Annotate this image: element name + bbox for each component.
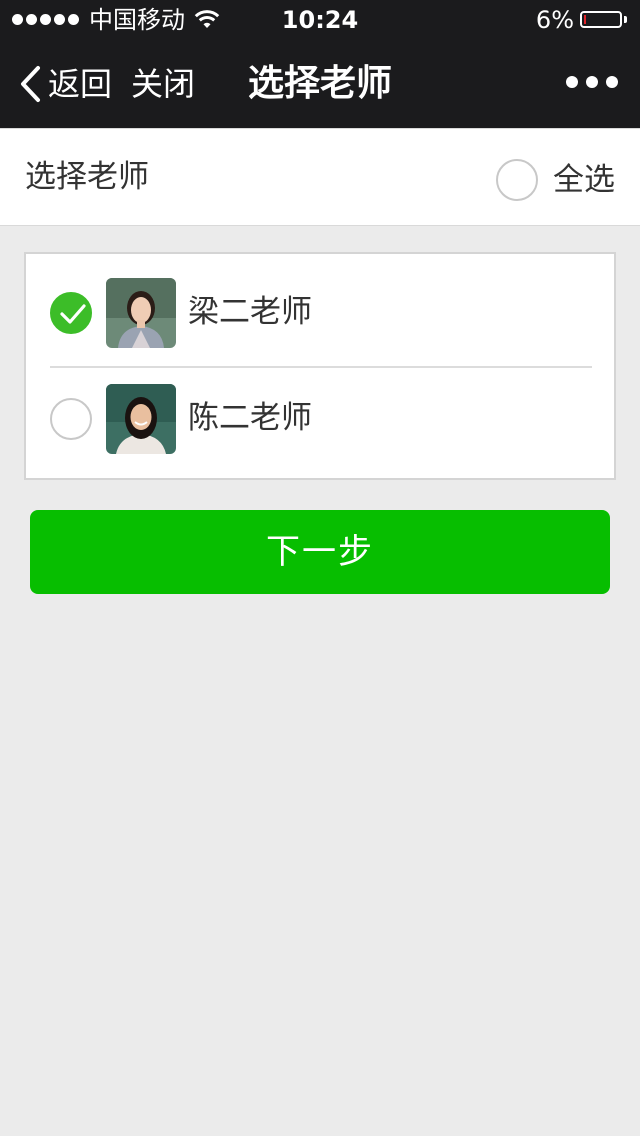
- select-all-label: 全选: [553, 162, 615, 198]
- select-all-toggle[interactable]: 全选: [496, 158, 615, 202]
- select-all-radio[interactable]: [496, 159, 538, 201]
- battery-level-fill: [584, 15, 586, 24]
- select-teacher-header: 选择老师 全选: [0, 128, 640, 226]
- teacher-photo: [106, 384, 176, 454]
- teacher-checkbox[interactable]: [50, 292, 92, 334]
- battery-icon: [580, 11, 622, 28]
- avatar: [106, 278, 176, 348]
- teacher-checkbox[interactable]: [50, 398, 92, 440]
- teacher-name: 梁二老师: [188, 294, 312, 330]
- battery-tip: [624, 16, 627, 23]
- page-title: 选择老师: [247, 63, 392, 104]
- more-dots-icon[interactable]: [566, 76, 618, 88]
- status-bar: 中国移动 10:24 6%: [0, 0, 640, 40]
- list-item[interactable]: 梁二老师: [26, 254, 614, 360]
- avatar: [106, 384, 176, 454]
- list-item[interactable]: 陈二老师: [26, 360, 614, 466]
- teacher-list: 梁二老师 陈二老师: [24, 252, 616, 480]
- check-icon: [60, 304, 86, 324]
- section-title: 选择老师: [25, 159, 149, 195]
- battery-percent: 6%: [535, 6, 574, 34]
- teacher-photo: [106, 278, 176, 348]
- next-step-button[interactable]: 下一步: [30, 510, 610, 594]
- teacher-name: 陈二老师: [188, 400, 312, 436]
- nav-bar: 返回 关闭 选择老师: [0, 40, 640, 128]
